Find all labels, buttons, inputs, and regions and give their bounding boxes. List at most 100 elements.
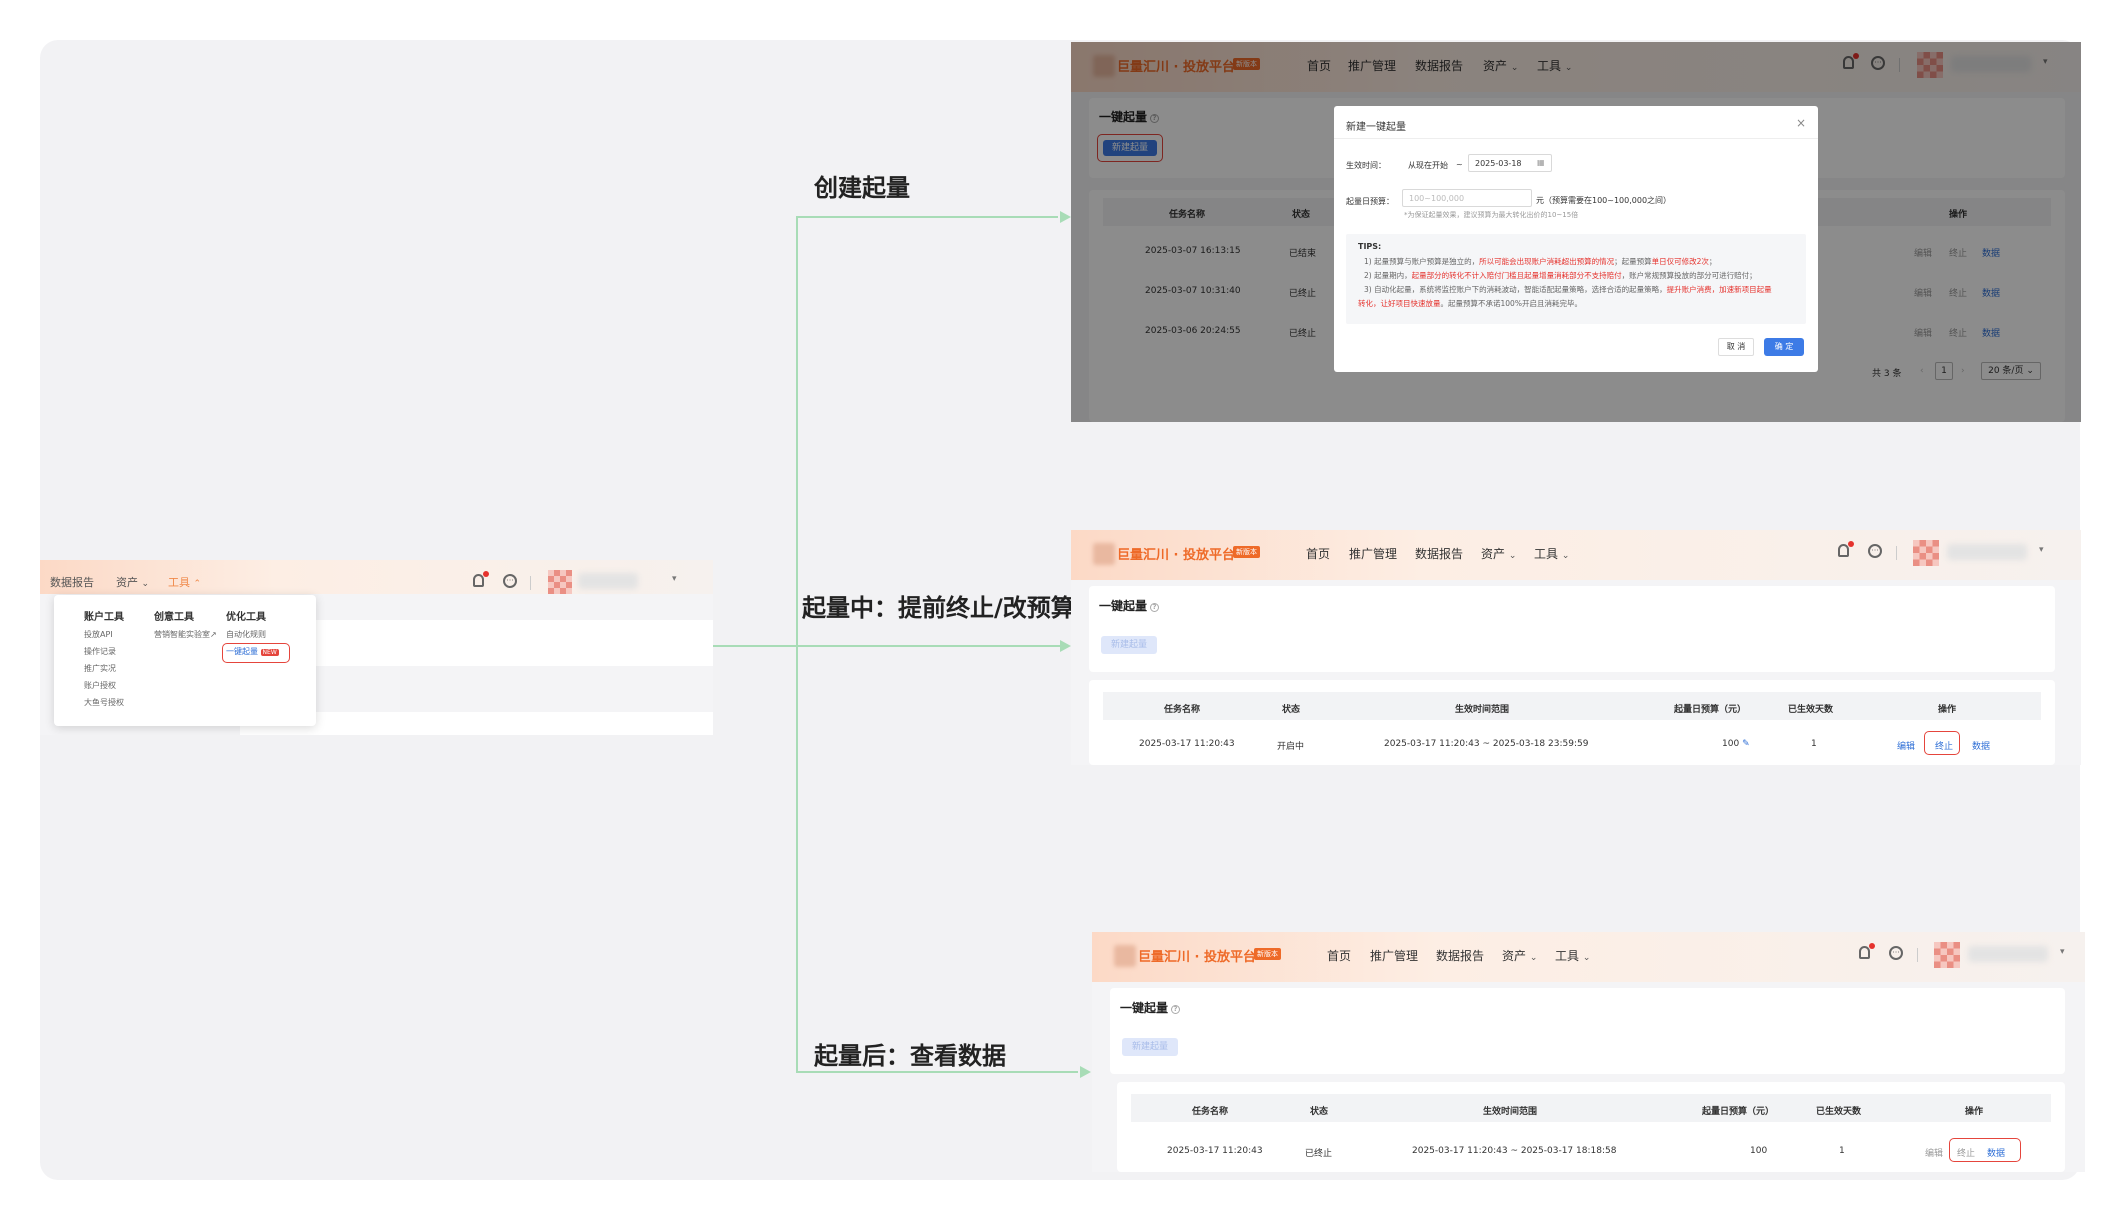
budget-placeholder: 100~100,000 [1409,194,1465,203]
avatar[interactable] [1934,942,1960,968]
tools-dropdown: 账户工具 投放API 操作记录 推广实况 账户授权 大鱼号授权 创意工具 营销智… [54,595,316,726]
nav-data-report[interactable]: 数据报告 [1415,545,1463,562]
menu-item-operation-log[interactable]: 操作记录 [84,643,124,660]
menu-item-lab[interactable]: 营销智能实验室↗ [154,626,217,643]
help-icon[interactable]: ? [1171,1005,1181,1014]
nav-tools[interactable]: 工具 ⌄ [1534,545,1569,562]
th-actions: 操作 [1938,705,1957,715]
nav-assets[interactable]: 资产 ⌄ [1502,947,1537,964]
nav-data-report[interactable]: 数据报告 [50,574,94,590]
modal-title: 新建一键起量 [1346,122,1406,133]
th-days: 已生效天数 [1816,1107,1862,1117]
tools-menu-panel: 数据报告 资产 ⌄ 工具 ⌃ ··· ▾ 账户工具 投放API 操作记录 推广实… [40,560,713,735]
end-date-picker[interactable]: 2025-03-18 ▦ [1468,154,1552,172]
chevron-down-icon[interactable]: ▾ [672,574,677,584]
arrow-after [1080,1066,1091,1078]
action-data[interactable]: 数据 [1972,739,1990,752]
calendar-icon: ▦ [1537,158,1545,167]
time-label: 生效时间： [1346,161,1386,170]
nav-data-report[interactable]: 数据报告 [1436,947,1484,964]
col-title: 优化工具 [226,612,266,623]
avatar[interactable] [548,570,572,594]
connector-main [713,645,1068,647]
tip-line-4: 转化，让好项目快速放量。起量预算不承诺100%开启且消耗完毕。 [1358,299,1582,308]
th-status: 状态 [1310,1107,1329,1117]
nav-home[interactable]: 首页 [1327,947,1351,964]
tips-title: TIPS: [1358,242,1382,251]
nav-assets[interactable]: 资产 ⌄ [116,574,149,590]
nav-assets[interactable]: 资产 ⌄ [1481,545,1516,562]
message-icon[interactable]: ··· [1868,544,1882,558]
step-label-after: 起量后：查看数据 [814,1042,1006,1070]
menu-item-dayu-auth[interactable]: 大鱼号授权 [84,694,124,711]
new-boost-button[interactable]: 新建起量 [1122,1038,1178,1056]
brand-name: 巨量汇川 · 投放平台 [1117,548,1235,563]
row-budget: 100 [1750,1146,1768,1156]
nav-promotion[interactable]: 推广管理 [1349,545,1397,562]
brand-name: 巨量汇川 · 投放平台 [1138,950,1256,965]
panel-create: 巨量汇川 · 投放平台 新版本 首页 推广管理 数据报告 资产 ⌄ 工具 ⌄ ·… [1071,42,2081,422]
table-card: 任务名称 状态 生效时间范围 起量日预算（元） 已生效天数 操作 2025-03… [1117,1082,2065,1172]
nav-home[interactable]: 首页 [1306,545,1330,562]
message-icon[interactable]: ··· [1889,946,1903,960]
tip-line-1: 1) 起量预算与账户预算是独立的，所以可能会出现账户消耗超出预算的情况；起量预算… [1364,257,1717,266]
bell-icon[interactable] [1838,544,1849,557]
menu-item-account-auth[interactable]: 账户授权 [84,677,124,694]
menu-item-auto-rules[interactable]: 自动化规则 [226,626,279,643]
user-name [1947,544,2027,560]
th-actions: 操作 [1965,1107,1984,1117]
menu-item-promotion-live[interactable]: 推广实况 [84,660,124,677]
th-name: 任务名称 [1164,705,1201,715]
time-start: 从现在开始 [1408,161,1448,170]
notification-dot [1848,541,1854,547]
chevron-down-icon: ⌄ [1582,953,1591,963]
highlight-box [1924,731,1960,755]
bell-icon[interactable] [1859,946,1870,959]
divider [1896,546,1897,560]
new-boost-button[interactable]: 新建起量 [1101,636,1157,654]
message-icon[interactable]: ··· [503,574,517,588]
row-name: 2025-03-17 11:20:43 [1167,1146,1263,1156]
row-budget: 100 ✎ [1722,739,1750,749]
row-name: 2025-03-17 11:20:43 [1139,739,1235,749]
create-boost-modal: 新建一键起量 × 生效时间： 从现在开始 ~ 2025-03-18 ▦ 起量日预… [1334,106,1818,372]
bell-icon[interactable] [473,574,484,587]
close-icon[interactable]: × [1796,116,1806,130]
step-label-during: 起量中：提前终止/改预算 [802,594,1075,622]
chevron-up-icon: ⌃ [193,579,202,589]
divider [1334,138,1818,139]
th-status: 状态 [1282,705,1301,715]
tips-box: TIPS: 1) 起量预算与账户预算是独立的，所以可能会出现账户消耗超出预算的情… [1346,234,1806,324]
row-range: 2025-03-17 11:20:43 ~ 2025-03-18 23:59:5… [1384,739,1589,749]
menu-item-api[interactable]: 投放API [84,626,124,643]
panel-during: 巨量汇川 · 投放平台 新版本 首页 推广管理 数据报告 资产 ⌄ 工具 ⌄ ·… [1071,530,2081,765]
arrow-during [1060,640,1071,652]
chevron-down-icon[interactable]: ▾ [2060,947,2065,957]
th-name: 任务名称 [1192,1107,1229,1117]
th-range: 生效时间范围 [1483,1107,1538,1117]
chevron-down-icon[interactable]: ▾ [2039,545,2044,555]
nav-tools[interactable]: 工具 ⌄ [1555,947,1590,964]
notification-dot [483,571,489,577]
divider [1917,948,1918,962]
cancel-button[interactable]: 取 消 [1718,338,1754,356]
time-sep: ~ [1456,160,1463,169]
nav-promotion[interactable]: 推广管理 [1370,947,1418,964]
divider [530,576,531,590]
help-icon[interactable]: ? [1150,603,1160,612]
edit-pencil-icon[interactable]: ✎ [1742,739,1750,749]
confirm-button[interactable]: 确 定 [1764,338,1804,356]
dropdown-col-account: 账户工具 投放API 操作记录 推广实况 账户授权 大鱼号授权 [84,609,124,711]
action-edit[interactable]: 编辑 [1897,739,1915,752]
page-title: 一键起量? [1099,597,1160,614]
chevron-down-icon: ⌄ [1508,551,1517,561]
user-name [1968,946,2048,962]
row-days: 1 [1839,1146,1845,1156]
avatar[interactable] [1913,540,1939,566]
row-status: 已终止 [1305,1149,1333,1159]
nav-tools[interactable]: 工具 ⌃ [168,574,201,590]
action-edit[interactable]: 编辑 [1925,1146,1943,1159]
budget-input[interactable]: 100~100,000 [1402,189,1532,207]
connector-trunk [796,216,798,1073]
th-range: 生效时间范围 [1455,705,1510,715]
